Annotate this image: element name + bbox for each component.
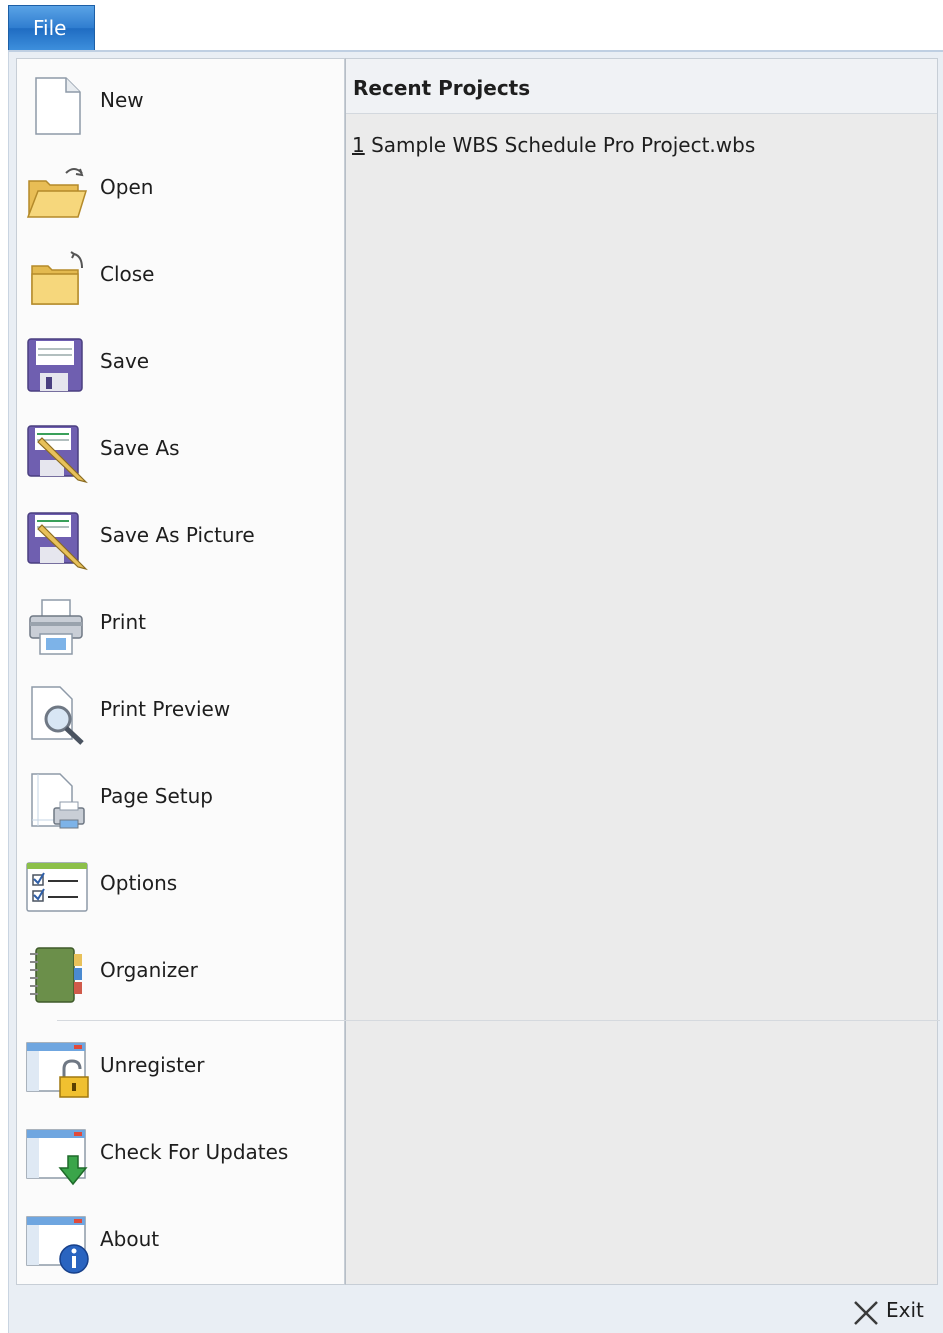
menu-item-label: Save As Picture [100, 523, 255, 547]
new-document-icon [35, 77, 81, 135]
unregister-button[interactable]: Unregister [24, 1033, 324, 1105]
menu-divider [57, 1020, 940, 1021]
menu-item-label: Page Setup [100, 784, 213, 808]
recent-projects-header: Recent Projects [346, 59, 937, 114]
print-button[interactable]: Print [24, 590, 324, 662]
options-button[interactable]: Options [24, 851, 324, 923]
about-button[interactable]: About [24, 1207, 324, 1279]
exit-label: Exit [886, 1298, 924, 1322]
print-preview-icon [31, 686, 84, 745]
recent-item-number: 1 [352, 133, 365, 157]
menu-item-label: Check For Updates [100, 1140, 289, 1164]
floppy-disk-icon [27, 338, 83, 392]
file-tab-label: File [33, 16, 67, 40]
recent-projects-pane: Recent Projects 1 Sample WBS Schedule Pr… [345, 58, 938, 1285]
menu-item-label: Save [100, 349, 150, 373]
menu-item-label: Unregister [100, 1053, 205, 1077]
close-folder-icon [31, 251, 83, 305]
save-as-icon [27, 425, 88, 484]
menu-item-label: Close [100, 262, 155, 286]
about-info-icon [26, 1216, 89, 1274]
open-button[interactable]: Open [24, 155, 324, 227]
menu-item-label: New [100, 88, 144, 112]
file-tab[interactable]: File [8, 5, 95, 50]
printer-icon [29, 599, 83, 655]
organizer-notebook-icon [30, 947, 82, 1003]
save-as-button[interactable]: Save As [24, 416, 324, 488]
save-as-picture-icon [27, 512, 88, 571]
recent-item-name: Sample WBS Schedule Pro Project.wbs [371, 133, 756, 157]
page-setup-button[interactable]: Page Setup [24, 764, 324, 836]
open-folder-icon [26, 168, 88, 218]
page-setup-icon [31, 773, 85, 829]
menu-item-label: Print [100, 610, 147, 634]
recent-project-item[interactable]: 1 Sample WBS Schedule Pro Project.wbs [352, 133, 755, 157]
organizer-button[interactable]: Organizer [24, 938, 324, 1010]
check-updates-icon [26, 1129, 88, 1186]
check-for-updates-button[interactable]: Check For Updates [24, 1120, 324, 1192]
save-button[interactable]: Save [24, 329, 324, 401]
print-preview-button[interactable]: Print Preview [24, 677, 324, 749]
menu-item-label: Print Preview [100, 697, 231, 721]
menu-item-label: Open [100, 175, 154, 199]
close-button[interactable]: Close [24, 242, 324, 314]
menu-item-label: Organizer [100, 958, 198, 982]
unregister-lock-icon [26, 1042, 89, 1098]
exit-button[interactable]: Exit [850, 1296, 930, 1326]
new-button[interactable]: New [24, 68, 324, 140]
options-checklist-icon [26, 862, 88, 912]
menu-item-label: About [100, 1227, 160, 1251]
menu-item-label: Options [100, 871, 178, 895]
save-as-picture-button[interactable]: Save As Picture [24, 503, 324, 575]
menu-item-label: Save As [100, 436, 180, 460]
close-x-icon [854, 1301, 878, 1325]
